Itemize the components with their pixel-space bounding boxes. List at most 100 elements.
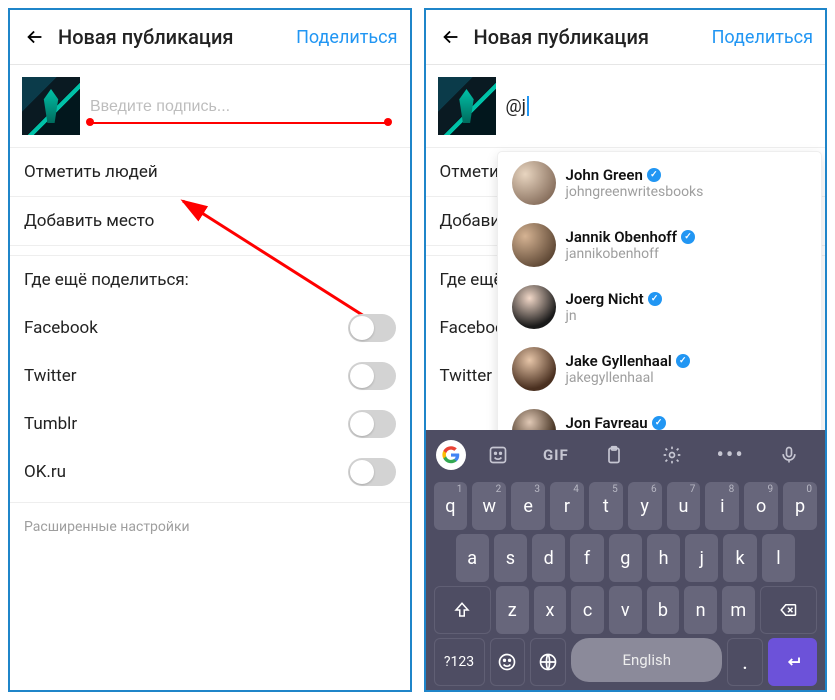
mention-item[interactable]: Jake Gyllenhaal✓ jakegyllenhaal [498,338,822,400]
key-f[interactable]: f [570,534,603,582]
toggle-twitter[interactable] [348,362,396,390]
phone-left: Новая публикация Поделиться Отметить люд… [8,8,412,692]
header: Новая публикация Поделиться [426,10,826,65]
key-z[interactable]: z [496,586,529,634]
share-twitter: Twitter [10,352,410,400]
keyboard-row-1: q1w2e3r4t5y6u7i8o9p0 [430,482,822,530]
key-s[interactable]: s [494,534,527,582]
key-x[interactable]: x [534,586,567,634]
network-label: Twitter [24,366,76,386]
text-cursor [527,96,529,116]
avatar [512,347,556,391]
caption-row [10,65,410,148]
shift-key[interactable] [434,586,491,634]
clipboard-icon[interactable] [588,445,640,465]
page-title: Новая публикация [474,25,702,49]
settings-icon[interactable] [646,445,698,465]
advanced-settings-row[interactable]: Расширенные настройки [10,502,410,551]
avatar [512,285,556,329]
caption-input[interactable]: @j [506,96,529,117]
caption-input[interactable] [90,98,297,116]
back-button[interactable] [438,24,464,50]
verified-icon: ✓ [648,292,662,306]
toggle-tumblr[interactable] [348,410,396,438]
key-g[interactable]: g [609,534,642,582]
mention-handle: johngreenwritesbooks [566,184,704,200]
verified-icon: ✓ [647,168,661,182]
key-m[interactable]: m [722,586,755,634]
network-label: Tumblr [24,414,77,434]
key-i[interactable]: i8 [705,482,739,530]
avatar [512,223,556,267]
mic-icon[interactable] [763,445,815,465]
key-v[interactable]: v [609,586,642,634]
key-w[interactable]: w2 [472,482,506,530]
google-icon[interactable] [436,440,466,470]
verified-icon: ✓ [652,416,666,430]
post-thumbnail[interactable] [438,77,496,135]
mention-suggestions: John Green ✓ johngreenwritesbooks Jannik … [498,152,822,462]
key-n[interactable]: n [684,586,717,634]
mention-item[interactable]: John Green ✓ johngreenwritesbooks [498,152,822,214]
keyboard-toolbar: GIF ••• [430,436,822,478]
toggle-okru[interactable] [348,458,396,486]
key-q[interactable]: q1 [434,482,468,530]
mention-item[interactable]: Jannik Obenhoff ✓ jannikobenhoff [498,214,822,276]
key-k[interactable]: k [723,534,756,582]
share-facebook: Facebook [10,304,410,352]
key-c[interactable]: c [571,586,604,634]
more-icon[interactable]: ••• [705,443,757,468]
key-b[interactable]: b [647,586,680,634]
keyboard: GIF ••• q1w2e3r4t5y6u7i8o9p0 asdfghjkl z… [426,430,826,690]
tag-people-row[interactable]: Отметить людей [10,148,410,197]
verified-icon: ✓ [681,230,695,244]
page-title: Новая публикация [58,25,286,49]
key-p[interactable]: p0 [783,482,817,530]
keyboard-row-bottom: ?123 English . [430,638,822,686]
backspace-key[interactable] [760,586,817,634]
emoji-key[interactable] [490,638,526,686]
post-thumbnail[interactable] [22,77,80,135]
header: Новая публикация Поделиться [10,10,410,65]
keyboard-row-3: zxcvbnm [430,586,822,634]
mode-key[interactable]: ?123 [434,638,485,686]
share-button[interactable]: Поделиться [296,27,397,48]
key-j[interactable]: j [685,534,718,582]
annotation-underline [90,122,388,124]
gif-icon[interactable]: GIF [530,446,582,464]
space-key[interactable]: English [571,638,722,682]
period-key[interactable]: . [727,638,763,686]
key-d[interactable]: d [532,534,565,582]
key-y[interactable]: y6 [628,482,662,530]
sticker-icon[interactable] [472,445,524,465]
mention-handle: jannikobenhoff [566,246,695,262]
language-key[interactable] [530,638,566,686]
keyboard-row-2: asdfghjkl [430,534,822,582]
avatar [512,161,556,205]
key-e[interactable]: e3 [511,482,545,530]
key-h[interactable]: h [647,534,680,582]
enter-key[interactable] [768,638,817,686]
network-label: OK.ru [24,462,66,482]
key-l[interactable]: l [762,534,795,582]
back-button[interactable] [22,24,48,50]
share-button[interactable]: Поделиться [712,27,813,48]
add-place-row[interactable]: Добавить место [10,197,410,246]
toggle-facebook[interactable] [348,314,396,342]
key-t[interactable]: t5 [589,482,623,530]
key-a[interactable]: a [456,534,489,582]
mention-name: Jannik Obenhoff [566,228,677,246]
caption-value: @j [506,96,526,117]
mention-name: John Green [566,166,643,184]
key-r[interactable]: r4 [550,482,584,530]
mention-name: Joerg Nicht [566,290,644,308]
share-tumblr: Tumblr [10,400,410,448]
caption-row: @j [426,65,826,148]
mention-name: Jake Gyllenhaal [566,352,672,370]
verified-icon: ✓ [676,354,690,368]
mention-item[interactable]: Joerg Nicht ✓ jn [498,276,822,338]
mention-handle: jn [566,308,662,324]
key-u[interactable]: u7 [667,482,701,530]
annotation-dot-right [384,118,392,126]
key-o[interactable]: o9 [744,482,778,530]
